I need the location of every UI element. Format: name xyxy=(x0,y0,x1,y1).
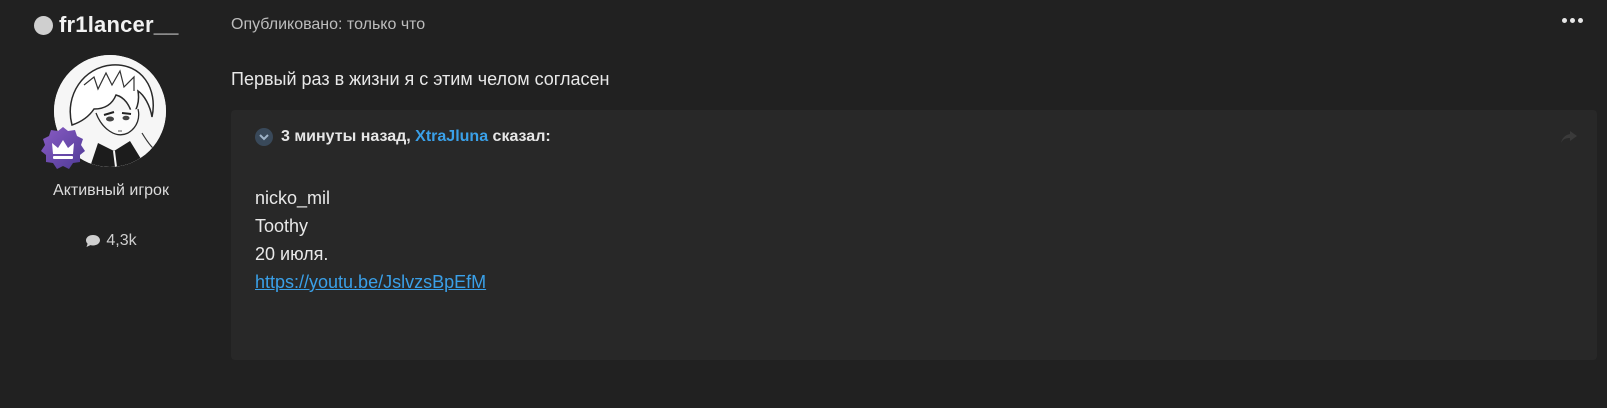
quote-line: nicko_mil xyxy=(255,188,331,208)
username[interactable]: fr1lancer__ xyxy=(59,12,179,38)
post-timestamp: Опубликовано: только что xyxy=(231,16,426,33)
quote-header: 3 минуты назад, XtraJluna сказал: xyxy=(255,128,551,146)
comment-icon xyxy=(86,235,101,247)
chevron-down-icon[interactable] xyxy=(255,128,273,146)
quote-link[interactable]: https://youtu.be/JslvzsBpEfM xyxy=(255,272,486,292)
author-panel: fr1lancer__ Активный игрок 4,3k xyxy=(0,0,222,408)
quote-line: 20 июля. xyxy=(255,244,329,264)
user-role: Активный игрок xyxy=(53,182,169,199)
quote-line: Toothy xyxy=(255,216,309,236)
crown-icon xyxy=(40,126,86,172)
offline-dot-icon xyxy=(34,15,53,35)
post-body: Первый раз в жизни я с этим челом соглас… xyxy=(231,69,610,89)
quote-time: 3 минуты назад, xyxy=(281,128,411,145)
quote-body: nicko_mil Toothy 20 июля. https://youtu.… xyxy=(255,184,486,296)
post-count-value: 4,3k xyxy=(106,232,137,249)
quote-author-link[interactable]: XtraJluna xyxy=(415,128,488,145)
ellipsis-icon[interactable] xyxy=(1562,18,1583,23)
post-count[interactable]: 4,3k xyxy=(0,232,222,250)
username-row: fr1lancer__ xyxy=(34,12,179,38)
share-icon[interactable] xyxy=(1561,130,1577,148)
quote-said: сказал: xyxy=(492,128,551,145)
quote-block: 3 минуты назад, XtraJluna сказал: nicko_… xyxy=(231,110,1597,360)
